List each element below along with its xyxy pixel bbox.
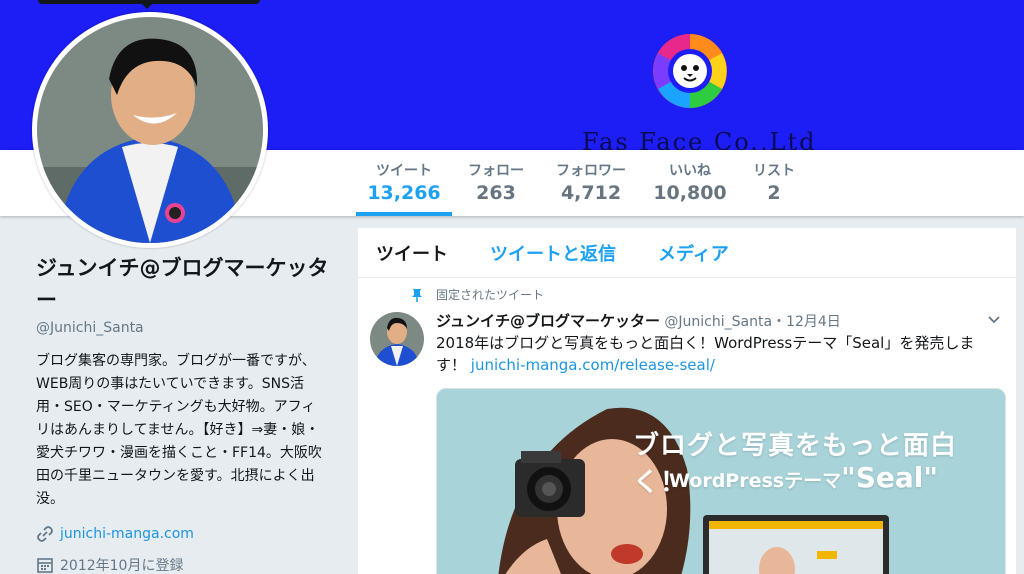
media-subline-name: "Seal" [841,461,938,494]
stat-label: リスト [753,163,795,179]
banner-brand-text: Fas Face Co.,Ltd [582,128,817,150]
stat-followers[interactable]: フォロワー 4,712 [548,160,634,204]
tab-tweets[interactable]: ツイート [376,240,448,266]
media-subline-prefix: WordPressテーマ [669,470,842,492]
stat-following[interactable]: フォロー 263 [462,160,530,204]
profile-website: junichi-manga.com [36,525,336,543]
media-subline: WordPressテーマ"Seal" [669,461,938,494]
stat-value: 13,266 [367,182,441,204]
pinned-label: 固定されたツイート [436,288,545,302]
stat-label: フォロー [468,163,524,179]
stat-value: 4,712 [560,182,622,204]
profile-name: ジュンイチ@ブログマーケッター [36,256,329,312]
tab-media[interactable]: メディア [658,240,729,266]
profile-joined: 2012年10月に登録 [36,555,336,574]
chevron-down-icon[interactable] [986,312,1002,328]
timeline: ツイート ツイートと返信 メディア 固定されたツイート ジュンイチ@ブログマーケ… [358,228,1016,574]
tweet-media[interactable]: ブログと写真をもっと面白く！ WordPressテーマ"Seal" [436,388,1006,574]
timeline-tabs: ツイート ツイートと返信 メディア [358,228,1016,278]
stat-label: ツイート [376,163,432,179]
avatar-photo [37,17,263,243]
stat-value: 2 [767,182,781,204]
tweet-separator: ・ [772,314,787,330]
tweet-link[interactable]: junichi-manga.com/release-seal/ [471,356,715,374]
lion-logo-icon [653,34,727,108]
stat-tweets[interactable]: ツイート 13,266 [356,160,452,216]
profile-avatar[interactable] [32,12,268,248]
tweet-avatar-photo [370,312,424,366]
link-icon [37,526,53,542]
profile-bio: ブログ集客の専門家。ブログが一番ですが、WEB周りの事はたいていできます。SNS… [36,353,322,507]
tweet-avatar[interactable] [370,312,424,366]
stat-lists[interactable]: リスト 2 [746,160,802,204]
stat-label: いいね [669,163,711,179]
calendar-icon [37,558,53,573]
tweet-header: ジュンイチ@ブログマーケッター @Junichi_Santa・12月4日 [436,310,841,331]
tweet-body: 2018年はブログと写真をもっと面白く！WordPressテーマ「Seal」を発… [436,332,1006,376]
profile-handle[interactable]: @Junichi_Santa [36,320,336,336]
tooltip-edge [38,0,260,9]
stat-value: 263 [476,182,516,204]
joined-date: 2012年10月に登録 [60,558,184,574]
tweet-author-handle[interactable]: @Junichi_Santa [664,314,772,330]
stat-likes[interactable]: いいね 10,800 [652,160,728,204]
stat-label: フォロワー [556,163,626,179]
stat-value: 10,800 [653,182,727,204]
website-link[interactable]: junichi-manga.com [60,526,194,542]
tab-tweets-replies[interactable]: ツイートと返信 [490,240,616,266]
tweet-date[interactable]: 12月4日 [786,314,841,330]
profile-card: ジュンイチ@ブログマーケッター @Junichi_Santa ブログ集客の専門家… [36,252,336,574]
tweet-author-name[interactable]: ジュンイチ@ブログマーケッター [436,312,660,330]
pinned-indicator: 固定されたツイート [410,286,544,303]
pin-icon [412,288,422,302]
